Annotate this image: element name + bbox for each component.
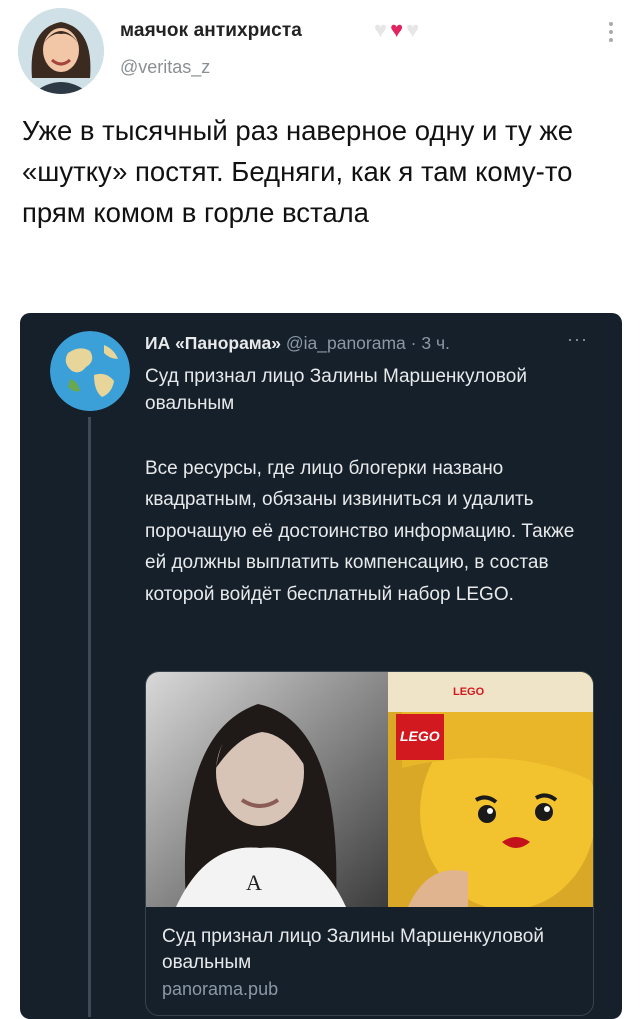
card-title[interactable]: Суд признал лицо Залины Маршенкуловой ов… — [162, 924, 582, 976]
quoted-header: ИА «Панорама» @ia_panorama · 3 ч. — [145, 333, 450, 354]
lego-logo-box: LEGO — [400, 728, 440, 744]
quoted-more-icon[interactable]: ··· — [567, 329, 588, 350]
quoted-tweet[interactable]: ИА «Панорама» @ia_panorama · 3 ч. ··· Су… — [20, 313, 622, 1019]
quoted-body: Все ресурсы, где лицо блогерки названо к… — [145, 458, 575, 605]
card-domain[interactable]: panorama.pub — [162, 979, 278, 1000]
red-heart-icon: ♥ — [390, 17, 404, 42]
author-display-name[interactable]: маячок антихриста — [120, 20, 302, 42]
quoted-title: Суд признал лицо Залины Маршенкуловой ов… — [145, 366, 527, 414]
quoted-time[interactable]: · 3 ч. — [411, 333, 450, 353]
card-photo-woman: A — [146, 672, 388, 907]
quoted-display-name[interactable]: ИА «Панорама» — [145, 333, 281, 353]
card-photo-lego-head: LEGO LEGO — [388, 672, 593, 907]
author-handle[interactable]: @veritas_z — [120, 57, 210, 78]
author-avatar[interactable] — [18, 8, 104, 94]
white-heart-icon: ♥ — [374, 17, 388, 42]
shirt-letter: A — [246, 870, 262, 895]
thread-line — [88, 417, 91, 1017]
tweet-text: Уже в тысячный раз наверное одну и ту же… — [22, 115, 574, 228]
more-options-icon[interactable] — [606, 22, 616, 44]
quoted-avatar-globe-icon[interactable] — [50, 331, 130, 411]
quoted-handle[interactable]: @ia_panorama — [286, 333, 406, 353]
link-card[interactable]: A LEGO LEGO Суд признал лицо Залины Марш… — [145, 671, 594, 1016]
lego-logo-top: LEGO — [453, 686, 485, 698]
hearts-emoji-row: ♥ ♥ ♥ — [374, 18, 419, 42]
white-heart-icon: ♥ — [406, 17, 420, 42]
tweet-header: маячок антихриста ♥ ♥ ♥ @veritas_z — [18, 8, 628, 94]
